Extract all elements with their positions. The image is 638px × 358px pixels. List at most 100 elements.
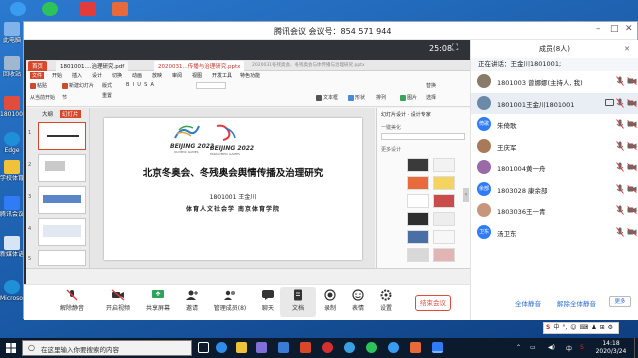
member-camera-off-icon[interactable] [627, 77, 637, 85]
design-template[interactable] [433, 248, 455, 262]
menu-view[interactable]: 视图 [192, 72, 202, 79]
member-row[interactable]: 1801003 曾娜娜(主持人, 我) [471, 71, 638, 92]
menu-start[interactable]: 开始 [52, 72, 62, 79]
taskbar-wechat-icon[interactable] [366, 342, 377, 353]
design-template[interactable] [433, 230, 455, 244]
slide-thumbnail[interactable] [38, 218, 86, 246]
ribbon-font-size[interactable] [196, 82, 226, 89]
taskbar-app-icon[interactable] [256, 342, 267, 353]
taskbar-wps-icon[interactable] [410, 342, 421, 353]
ime-punctuation[interactable]: °, [562, 324, 567, 331]
windows-start-icon[interactable] [6, 343, 16, 353]
slide-thumbnail[interactable] [38, 122, 86, 150]
member-row[interactable]: 王庆军 [471, 136, 638, 157]
panel-collapse-icon[interactable]: ‹ [463, 188, 469, 202]
close-icon[interactable]: ✕ [625, 24, 633, 34]
member-mic-muted-icon[interactable] [616, 183, 624, 194]
member-mic-muted-icon[interactable] [616, 205, 624, 215]
qq-desktop-icon[interactable] [6, 2, 30, 17]
taskbar-ie-icon[interactable] [344, 342, 355, 353]
desktop-icon-edge[interactable]: Edge [0, 132, 24, 154]
taskbar-store-icon[interactable] [278, 342, 289, 353]
ribbon-font-controls[interactable]: B I U S A [126, 82, 154, 88]
member-camera-off-icon[interactable] [627, 184, 637, 193]
design-template[interactable] [407, 230, 429, 244]
ime-emoji-icon[interactable]: ☺ [570, 324, 576, 331]
member-camera-off-icon[interactable] [627, 141, 637, 150]
wps-tab-pdf[interactable]: 1801001....治理研究.pdf [56, 61, 129, 71]
ime-chinese-mode[interactable]: 中 [553, 324, 559, 331]
desktop-icon-microsoft-edge[interactable]: Microsoft Edge [0, 280, 24, 302]
sogou-ime-icon[interactable]: S [546, 324, 550, 331]
end-meeting-button[interactable]: 结束会议 [415, 295, 451, 311]
tray-volume-icon[interactable]: ◀) [548, 344, 555, 351]
member-row[interactable]: 卫东 汤卫东 [471, 222, 638, 243]
menu-developer[interactable]: 开发工具 [212, 72, 232, 79]
member-row[interactable]: 1803036王一青 [471, 200, 638, 221]
ribbon-reset[interactable]: 重置 [102, 92, 112, 99]
task-view-icon[interactable] [198, 342, 209, 353]
ribbon-select[interactable]: 选择 [426, 94, 436, 101]
ribbon-replace[interactable]: 替换 [426, 82, 436, 89]
design-template[interactable] [407, 194, 429, 208]
current-slide[interactable]: BEIJING 2022 BEIJING 2022 OLYMPIC GAMES … [104, 118, 362, 260]
design-template[interactable] [407, 176, 429, 190]
wechat-desktop-icon[interactable] [38, 2, 62, 17]
menu-transition[interactable]: 切换 [112, 72, 122, 79]
design-template[interactable] [407, 248, 429, 262]
member-mic-muted-icon[interactable] [616, 119, 624, 129]
ime-settings-icon[interactable]: ⚙ [608, 324, 613, 331]
menu-design[interactable]: 设计 [92, 72, 102, 79]
ime-keyboard-icon[interactable]: ⌨ [580, 324, 589, 331]
ribbon-section[interactable]: 节 [62, 94, 67, 101]
tray-up-arrow-icon[interactable]: ⌃ [516, 344, 521, 351]
slide-thumbnail[interactable] [38, 250, 86, 266]
wps-tab-home[interactable]: 首页 [28, 61, 48, 71]
wps-desktop-icon[interactable] [108, 2, 132, 17]
member-row[interactable]: 余部 1803028 康余部 [471, 179, 638, 200]
invite-button[interactable]: 邀请 [172, 289, 212, 312]
voice-desktop-icon[interactable] [76, 2, 100, 17]
mute-all-button[interactable]: 全体静音 [515, 298, 541, 308]
desktop-icon-recycle-bin[interactable]: 回收站 [0, 56, 24, 78]
unmute-button[interactable]: 解除静音 [52, 289, 92, 312]
design-template[interactable] [407, 212, 429, 226]
desktop-icon-this-pc[interactable]: 此电脑 [0, 22, 24, 44]
tab-outline[interactable]: 大纲 [42, 110, 53, 118]
member-mic-muted-icon[interactable] [616, 162, 624, 172]
design-template[interactable] [433, 176, 455, 190]
member-mic-muted-icon[interactable] [616, 140, 624, 151]
ribbon-shape[interactable]: 形状 [348, 94, 365, 101]
member-mic-muted-icon[interactable] [616, 76, 624, 86]
design-template[interactable] [407, 158, 429, 172]
show-desktop-button[interactable] [634, 338, 638, 358]
member-camera-off-icon[interactable] [627, 227, 637, 236]
member-mic-muted-icon[interactable] [616, 97, 624, 108]
taskbar-netease-icon[interactable] [322, 342, 333, 353]
menu-insert[interactable]: 插入 [72, 72, 82, 79]
settings-button[interactable]: 设置 [366, 289, 406, 312]
desktop-icon-folder[interactable]: 学校体育学教学资源 [0, 160, 24, 182]
menu-review[interactable]: 审阅 [172, 72, 182, 79]
tray-ime-icon[interactable]: 中 [566, 344, 572, 353]
ribbon-paste[interactable]: 粘贴 [30, 82, 47, 89]
unmute-all-button[interactable]: 解除全体静音 [557, 298, 596, 308]
ime-toolbar[interactable]: S 中 °, ☺ ⌨ ♟ ⊞ ⚙ [543, 322, 620, 334]
ime-toolbox-icon[interactable]: ⊞ [600, 324, 605, 331]
desktop-icon-tencent-meeting[interactable]: 腾讯会议 [0, 196, 24, 218]
taskbar-qq-icon[interactable] [388, 342, 399, 353]
taskbar-file-explorer-icon[interactable] [236, 342, 247, 353]
desktop-icon-pdf[interactable]: 1801001.pdf [0, 96, 24, 118]
maximize-icon[interactable]: □ [610, 24, 619, 34]
menu-features[interactable]: 特色功能 [240, 72, 260, 79]
slide-thumbnail[interactable] [38, 186, 86, 214]
manage-members-button[interactable]: 管理成员(8) [210, 289, 250, 312]
menu-animation[interactable]: 动画 [132, 72, 142, 79]
ribbon-textbox[interactable]: 文本框 [316, 94, 338, 101]
taskbar-search[interactable]: ○ 在这里输入你要搜索的内容 [22, 340, 192, 356]
design-template[interactable] [433, 212, 455, 226]
ribbon-layout[interactable]: 版式 [102, 82, 112, 89]
desktop-icon-doc[interactable]: 新媒体语境民健身 [0, 236, 24, 258]
member-row[interactable]: 1801004黄一舟 [471, 157, 638, 178]
more-button[interactable]: 更多 [609, 296, 631, 307]
